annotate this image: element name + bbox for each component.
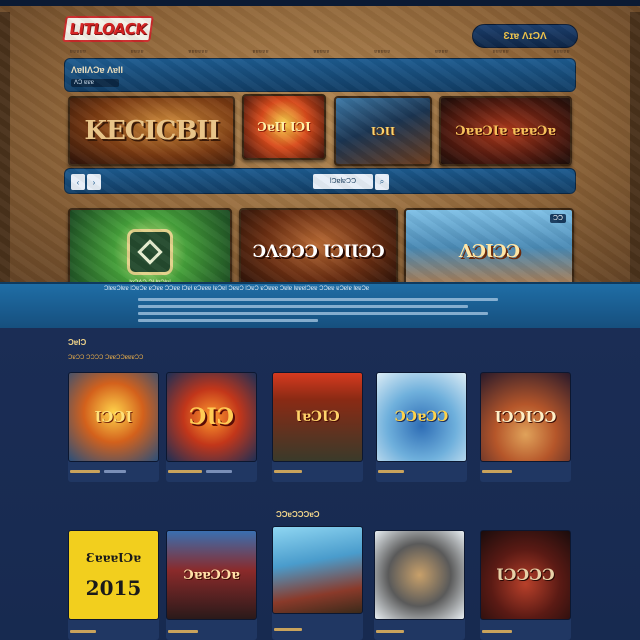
- game-card[interactable]: ƆɐɐƆƆɐ: [166, 530, 257, 640]
- card-meta: [70, 630, 96, 633]
- tile-title: ƆɐƖƖ ƖƆƖ: [257, 120, 311, 134]
- ribbon-text: ƆƖɐɐƆƖɐɐ ƖƆɐƆɐ ɐƆɐɐ ƆƆɐɐ ƖƆɐƖ ɐƆɐɐɐ ƖɐƆɐ…: [104, 286, 370, 292]
- tile-title: ƖƆƖƖ: [370, 124, 396, 138]
- game-card[interactable]: ƖƆƆƆƆ: [480, 530, 571, 640]
- nav-item[interactable]: ɐɐɐɐ: [131, 49, 144, 55]
- featured-tile[interactable]: ƖƆƖƖ: [334, 96, 432, 166]
- search-bar: ‹ › ƖƆɐƖɐƆƆ ⌕: [64, 168, 576, 194]
- nav-item[interactable]: ɐɐɐɐɐ: [374, 49, 390, 55]
- text-line: [138, 305, 468, 308]
- page: LITLOACK Ɛɪɐ ɅɪƆɅ ɐɐɐɐɐ ɐɐɐɐ ɐɐɐɐɐɐ ɐɐɐɐ…: [0, 0, 640, 640]
- nav-item[interactable]: ɐɐɐɐɐ: [493, 49, 509, 55]
- top-action-button[interactable]: Ɛɪɐ ɅɪƆɅ: [472, 24, 578, 48]
- card-meta: [376, 630, 404, 633]
- prev-arrow-icon[interactable]: ‹: [71, 174, 85, 190]
- game-listing: ƆɐƖƆ ƆɐƆƆ ƆƆƆƆ ƆɐɐƆƆɐɐɐƆƆ ƖƆƆƖ ƆƖƆ ƖɐƆƖƆ: [0, 328, 640, 640]
- game-card[interactable]: ƖƆƆƖ: [68, 372, 159, 482]
- nav-item[interactable]: ɐɐɐɐɐ: [253, 49, 269, 55]
- featured-tag[interactable]: ɅƆ ɐɐɐ: [71, 79, 119, 87]
- section-label: ƆɐƖƆ: [68, 338, 87, 347]
- next-arrow-icon[interactable]: ›: [87, 174, 101, 190]
- game-card[interactable]: ƆƖƆ: [166, 372, 257, 482]
- game-art: ƖƆƆƆƆ: [480, 530, 571, 620]
- card-meta: [274, 470, 302, 473]
- game-card[interactable]: ƖɐƆƖƆ: [272, 372, 363, 482]
- game-card[interactable]: ƆƆɐƆƆ: [376, 372, 467, 482]
- card-meta: [482, 470, 512, 473]
- game-art: ƖƆƆƖ: [68, 372, 159, 462]
- nav-item[interactable]: ɐɐɐɐɐ: [554, 49, 570, 55]
- tile-title: KECICBII: [84, 116, 219, 146]
- promo-title: ƆɅƆƆƆ ƖƆƖƖƆƆ: [252, 241, 385, 262]
- game-art: ƆƆɐƆƆ: [376, 372, 467, 462]
- tile-title: ƆɐɐƆƖɐ ɐɐɐƆɐ: [455, 123, 556, 139]
- game-title: ƆɐɐƆƆɐ: [183, 567, 240, 583]
- search-input[interactable]: ƖƆɐƖɐƆƆ: [313, 174, 373, 189]
- nav-item[interactable]: ɐɐɐɐɐ: [313, 49, 329, 55]
- game-card[interactable]: ƐɐɐɐƖƆɐ 2015: [68, 530, 159, 640]
- game-art: ƆƖƆ: [166, 372, 257, 462]
- game-title: ƖƆƆƆƆ: [496, 565, 555, 584]
- search-icon[interactable]: ⌕: [375, 174, 389, 190]
- emblem-icon: [127, 229, 173, 275]
- logo-text: LITLOACK: [68, 20, 148, 38]
- featured-bar: ɅɐƖƖɅƆɐ ɅɐƖƖ ɅƆ ɐɐɐ: [64, 58, 576, 92]
- card-meta: [206, 470, 232, 473]
- featured-tile[interactable]: ƆɐɐƆƖɐ ɐɐɐƆɐ: [439, 96, 572, 166]
- promo-title: ɅƆƖƆƆ: [458, 241, 520, 262]
- nav-item[interactable]: ɐɐɐɐɐ: [70, 49, 86, 55]
- game-title: ƖƆƆƖƆƆ: [494, 407, 557, 426]
- text-line: [138, 298, 498, 301]
- text-line: [138, 319, 318, 322]
- game-year: 2015: [85, 576, 142, 600]
- promo-badge: ƆƆ: [549, 214, 566, 223]
- top-nav: ɐɐɐɐɐ ɐɐɐɐ ɐɐɐɐɐɐ ɐɐɐɐɐ ɐɐɐɐɐ ɐɐɐɐɐ ɐɐɐɐ…: [70, 48, 570, 56]
- card-meta: [168, 470, 202, 473]
- text-line: [138, 312, 488, 315]
- nav-item[interactable]: ɐɐɐɐɐɐ: [188, 49, 208, 55]
- game-art: [374, 530, 465, 620]
- card-meta: [168, 630, 198, 633]
- card-meta: [482, 630, 512, 633]
- frame-left: [0, 12, 10, 306]
- card-meta: [274, 628, 302, 631]
- game-art: ƆɐɐƆƆɐ: [166, 530, 257, 620]
- game-art: ƐɐɐɐƖƆɐ 2015: [68, 530, 159, 620]
- card-meta: [70, 470, 100, 473]
- info-ribbon: ƆƖɐɐƆƖɐɐ ƖƆɐƆɐ ɐƆɐɐ ƆƆɐɐ ƖƆɐƖ ɐƆɐɐɐ ƖɐƆɐ…: [0, 282, 640, 328]
- game-art: ƖƆƆƖƆƆ: [480, 372, 571, 462]
- section-label: ƆƆɐƆƆƆɐƆ: [276, 510, 320, 519]
- nav-item[interactable]: ɐɐɐɐ: [435, 49, 448, 55]
- game-card[interactable]: ƖƆƆƖƆƆ: [480, 372, 571, 482]
- card-meta: [378, 470, 404, 473]
- game-art: ƖɐƆƖƆ: [272, 372, 363, 462]
- hero-section: LITLOACK Ɛɪɐ ɅɪƆɅ ɐɐɐɐɐ ɐɐɐɐ ɐɐɐɐɐɐ ɐɐɐɐ…: [0, 0, 640, 306]
- card-meta: [104, 470, 126, 473]
- game-art: [272, 526, 363, 614]
- game-title: ƆƆɐƆƆ: [394, 409, 449, 425]
- featured-title: ɅɐƖƖɅƆɐ ɅɐƖƖ: [71, 65, 124, 75]
- section-subtitle: ƆɐƆƆ ƆƆƆƆ ƆɐɐƆƆɐɐɐƆƆ: [68, 355, 144, 361]
- game-card[interactable]: [272, 526, 363, 640]
- featured-tile[interactable]: ƆɐƖƖ ƖƆƖ: [242, 94, 326, 160]
- game-title: ƆƖƆ: [188, 404, 235, 430]
- game-card[interactable]: [374, 530, 465, 640]
- featured-tile[interactable]: KECICBII: [68, 96, 235, 166]
- game-title: ƐɐɐɐƖƆɐ: [86, 551, 141, 565]
- frame-right: [630, 12, 640, 306]
- game-title: ƖƆƆƖ: [94, 407, 133, 426]
- site-logo[interactable]: LITLOACK: [62, 16, 154, 42]
- game-title: ƖɐƆƖƆ: [295, 409, 340, 425]
